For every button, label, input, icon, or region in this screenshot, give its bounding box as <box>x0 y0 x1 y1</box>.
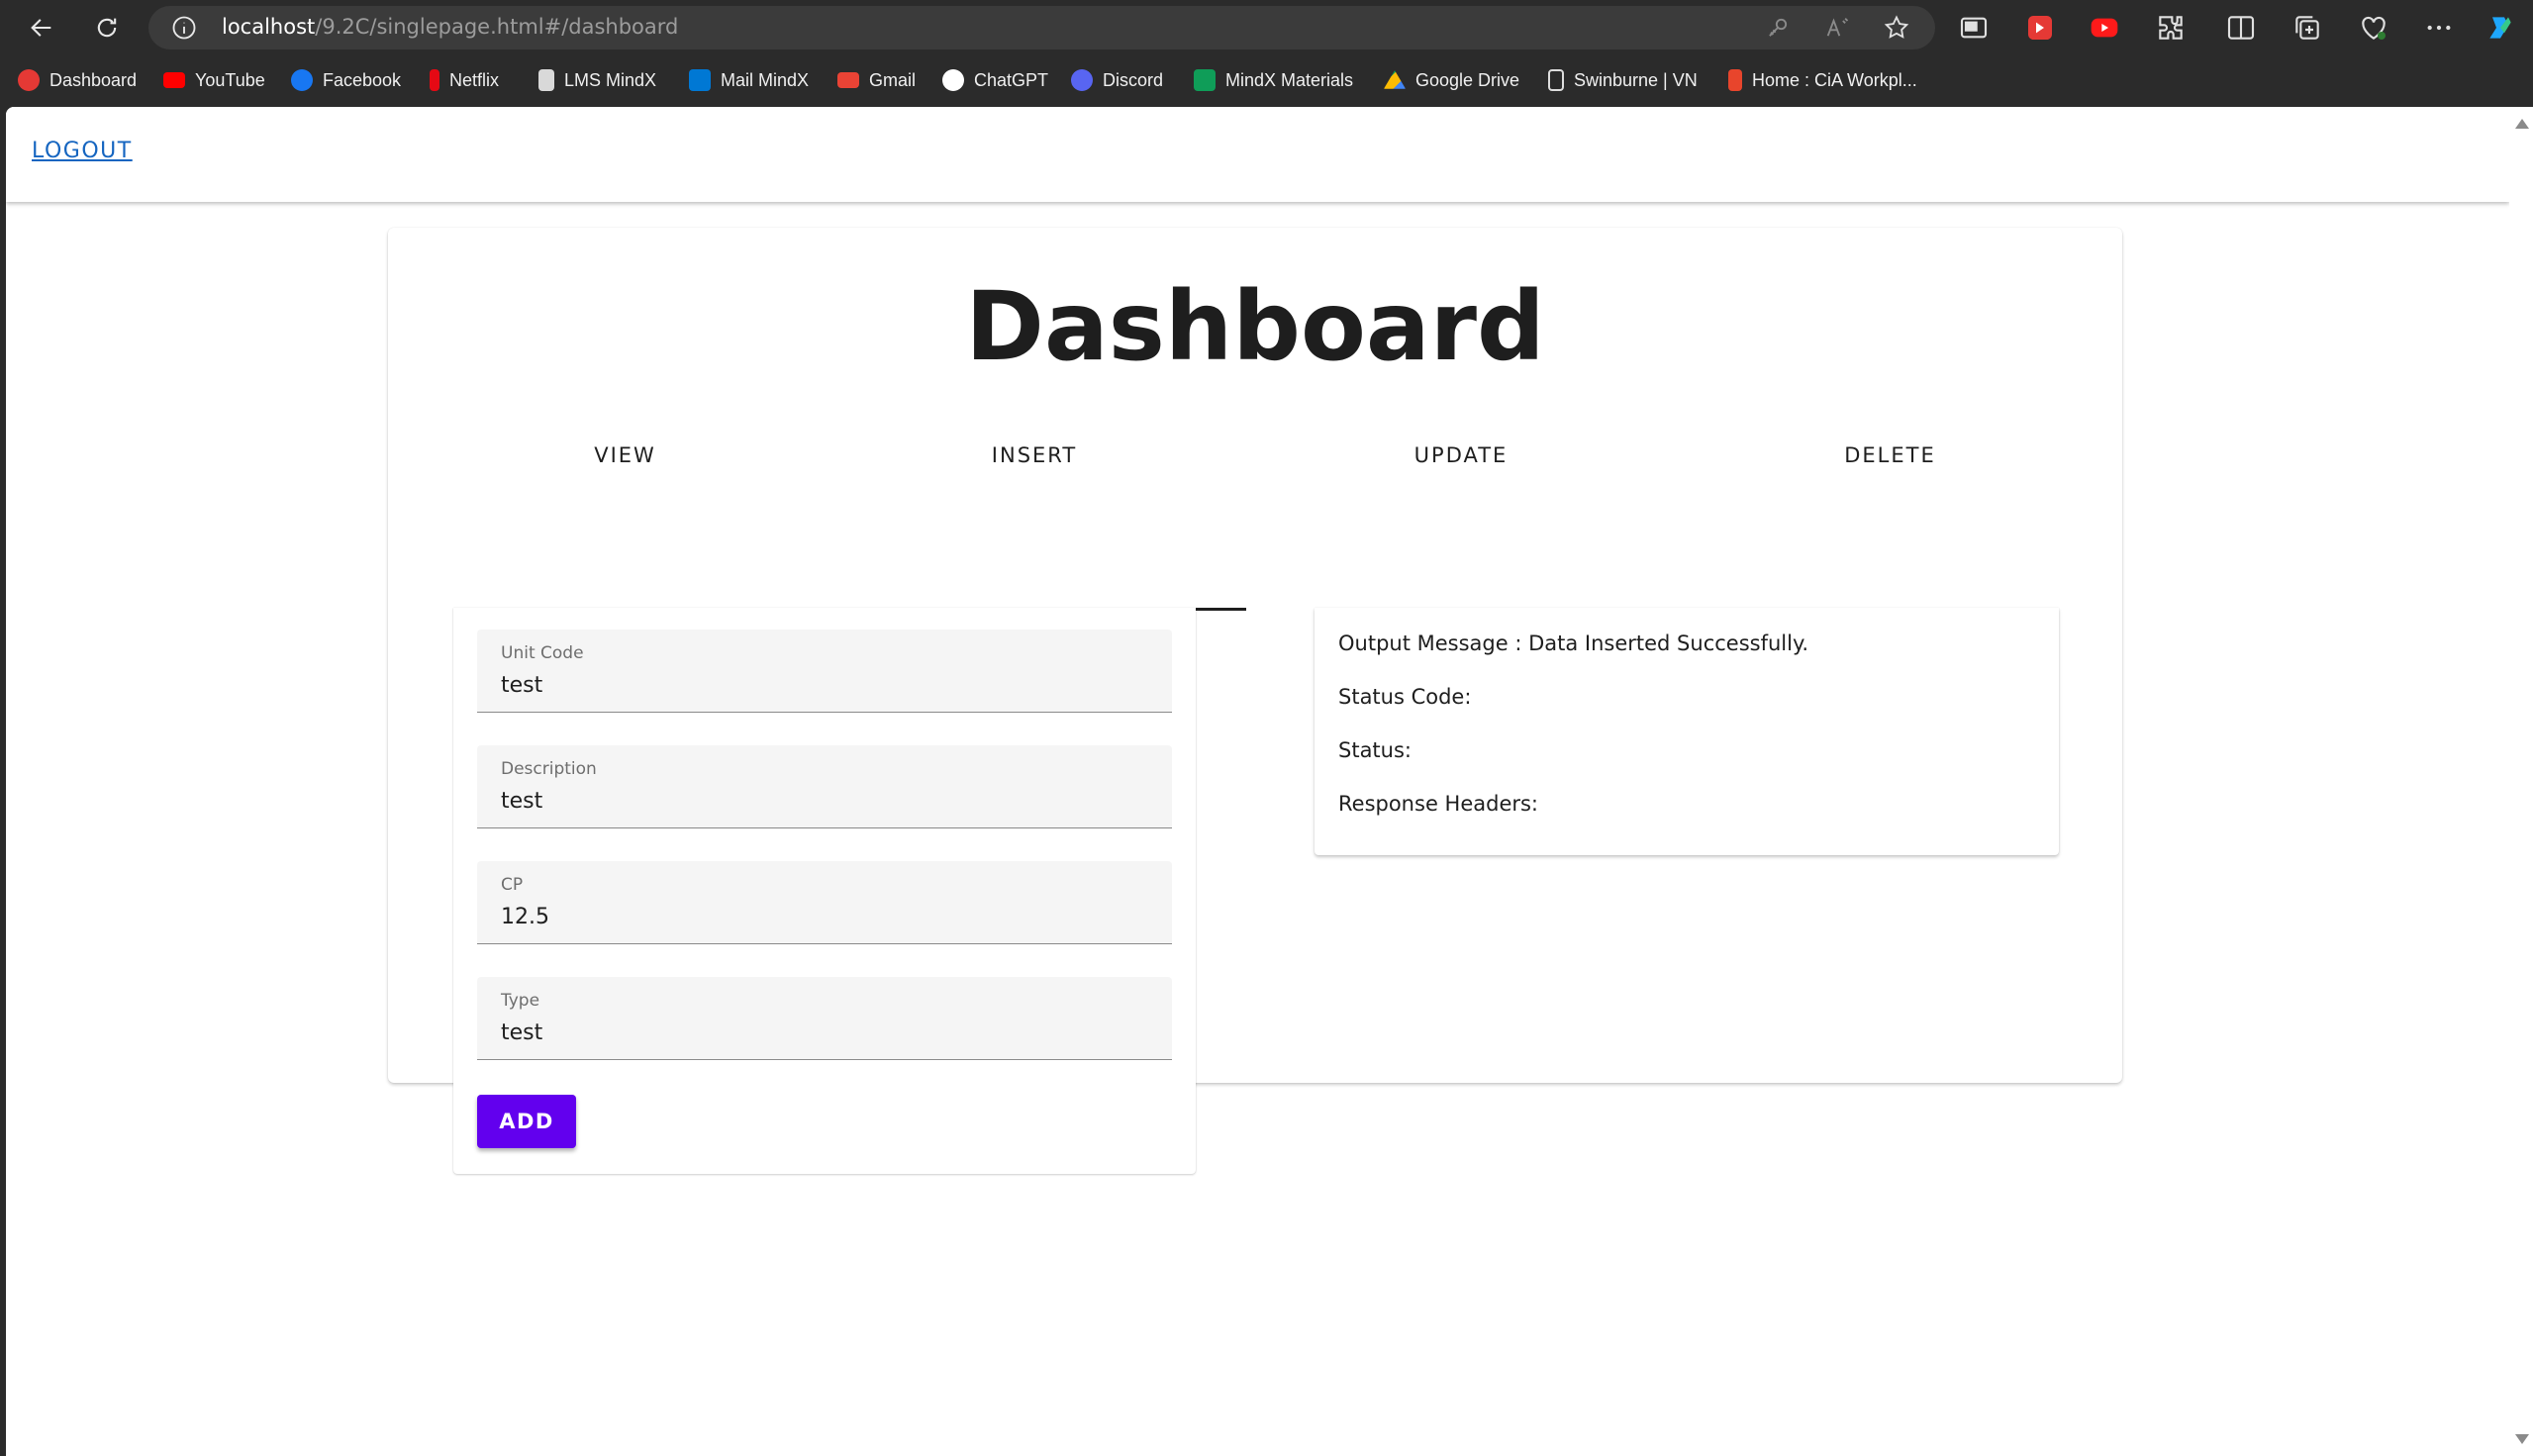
bookmark-label: Facebook <box>323 69 402 90</box>
response-headers: Response Headers: <box>1338 792 1539 816</box>
bookmark-label: MindX Materials <box>1225 69 1354 90</box>
mail-icon <box>689 69 711 91</box>
tab-insert[interactable]: INSERT <box>823 426 1246 485</box>
page-title: Dashboard <box>965 271 1545 382</box>
refresh-button[interactable] <box>89 10 125 46</box>
more-options-icon[interactable] <box>2423 12 2455 44</box>
lms-mindx-icon <box>538 69 554 91</box>
url-host: localhost <box>222 15 316 39</box>
key-icon[interactable] <box>1764 14 1792 42</box>
arrow-left-icon <box>31 19 51 37</box>
bookmark-label: LMS MindX <box>564 69 657 90</box>
type-value: test <box>501 1020 543 1045</box>
bookmark-netflix[interactable]: Netflix <box>430 67 499 93</box>
bookmark-label: YouTube <box>195 69 265 90</box>
bookmark-label: Discord <box>1103 69 1164 90</box>
bookmark-label: ChatGPT <box>974 69 1049 90</box>
tab-update[interactable]: UPDATE <box>1246 426 1676 485</box>
bookmark-mail-mindx[interactable]: Mail MindX <box>689 67 809 93</box>
cp-label: CP <box>501 875 524 895</box>
description-value: test <box>501 789 543 814</box>
bookmark-cia-workplace[interactable]: Home : CiA Workpl... <box>1728 67 1917 93</box>
url-text[interactable]: localhost/9.2C/singlepage.html#/dashboar… <box>222 15 678 39</box>
info-icon[interactable] <box>170 14 198 42</box>
status-code: Status Code: <box>1338 685 1472 709</box>
read-aloud-icon[interactable] <box>1823 14 1851 42</box>
netflix-icon <box>430 69 439 91</box>
status: Status: <box>1338 738 1412 762</box>
star-icon[interactable] <box>1883 14 1910 42</box>
description-field[interactable]: Description test <box>477 745 1172 828</box>
bookmark-discord[interactable]: Discord <box>1071 67 1163 93</box>
page-scrollbar[interactable] <box>2509 107 2533 1456</box>
facebook-icon <box>291 69 313 91</box>
bookmark-lms-mindx[interactable]: LMS MindX <box>538 67 656 93</box>
sidebar-icon[interactable] <box>2225 12 2257 44</box>
bookmark-label: Mail MindX <box>721 69 810 90</box>
bookmark-youtube[interactable]: YouTube <box>163 67 265 93</box>
bookmarks-bar: Dashboard YouTube Facebook Netflix LMS M… <box>0 55 2533 105</box>
dashboard-favicon-icon <box>18 69 40 91</box>
app-header: LOGOUT <box>6 107 2509 202</box>
sheets-icon <box>1194 69 1216 91</box>
bookmark-gmail[interactable]: Gmail <box>837 67 916 93</box>
bookmark-google-drive[interactable]: Google Drive <box>1384 67 1519 93</box>
description-label: Description <box>501 759 597 779</box>
unit-code-label: Unit Code <box>501 643 584 663</box>
bookmark-label: Home : CiA Workpl... <box>1752 69 1917 90</box>
address-bar[interactable]: localhost/9.2C/singlepage.html#/dashboar… <box>148 6 1935 49</box>
output-panel: Output Message : Data Inserted Successfu… <box>1315 608 2059 855</box>
scroll-up-arrow-icon[interactable] <box>2515 119 2529 129</box>
bookmark-label: Google Drive <box>1415 69 1520 90</box>
cia-workplace-icon <box>1728 69 1742 91</box>
tab-delete[interactable]: DELETE <box>1676 426 2104 485</box>
collections-icon[interactable] <box>2291 12 2323 44</box>
bookmark-label: Gmail <box>869 69 917 90</box>
chatgpt-icon <box>942 69 964 91</box>
back-button[interactable] <box>24 10 59 46</box>
browser-toolbar: localhost/9.2C/singlepage.html#/dashboar… <box>0 0 2533 55</box>
browser-essentials-icon[interactable] <box>2358 12 2389 44</box>
cp-field[interactable]: CP 12.5 <box>477 861 1172 944</box>
youtube-extension-icon[interactable] <box>2089 12 2120 44</box>
bookmark-facebook[interactable]: Facebook <box>291 67 401 93</box>
bookmark-dashboard[interactable]: Dashboard <box>18 67 137 93</box>
bookmark-label: Netflix <box>449 69 500 90</box>
logout-link[interactable]: LOGOUT <box>32 139 133 163</box>
split-screen-icon[interactable] <box>1958 12 1990 44</box>
gmail-icon <box>837 72 859 88</box>
refresh-icon <box>97 18 117 38</box>
unit-code-value: test <box>501 673 543 698</box>
youtube-icon <box>163 72 185 88</box>
type-label: Type <box>501 991 540 1011</box>
copilot-icon[interactable] <box>2484 12 2516 44</box>
tab-view[interactable]: VIEW <box>428 426 823 485</box>
document-icon <box>1548 69 1564 91</box>
bookmark-mindx-materials[interactable]: MindX Materials <box>1194 67 1353 93</box>
bookmark-label: Dashboard <box>49 69 138 90</box>
unit-code-field[interactable]: Unit Code test <box>477 630 1172 713</box>
page-viewport: LOGOUT Dashboard VIEW INSERT UPDATE DELE… <box>6 107 2509 1456</box>
bookmark-label: Swinburne | VN <box>1574 69 1698 90</box>
extension-red-icon[interactable] <box>2024 12 2056 44</box>
output-message: Output Message : Data Inserted Successfu… <box>1338 631 1809 655</box>
extensions-icon[interactable] <box>2155 12 2187 44</box>
discord-icon <box>1071 69 1093 91</box>
url-path: /9.2C/singlepage.html#/dashboard <box>315 15 679 39</box>
add-button[interactable]: ADD <box>477 1095 576 1148</box>
scroll-down-arrow-icon[interactable] <box>2515 1434 2529 1444</box>
bookmark-chatgpt[interactable]: ChatGPT <box>942 67 1048 93</box>
type-field[interactable]: Type test <box>477 977 1172 1060</box>
bookmark-swinburne[interactable]: Swinburne | VN <box>1548 67 1698 93</box>
google-drive-icon <box>1384 70 1406 89</box>
cp-value: 12.5 <box>501 905 549 929</box>
insert-form: Unit Code test Description test CP 12.5 … <box>453 608 1196 1174</box>
dashboard-card: Dashboard VIEW INSERT UPDATE DELETE Unit… <box>388 228 2122 1174</box>
